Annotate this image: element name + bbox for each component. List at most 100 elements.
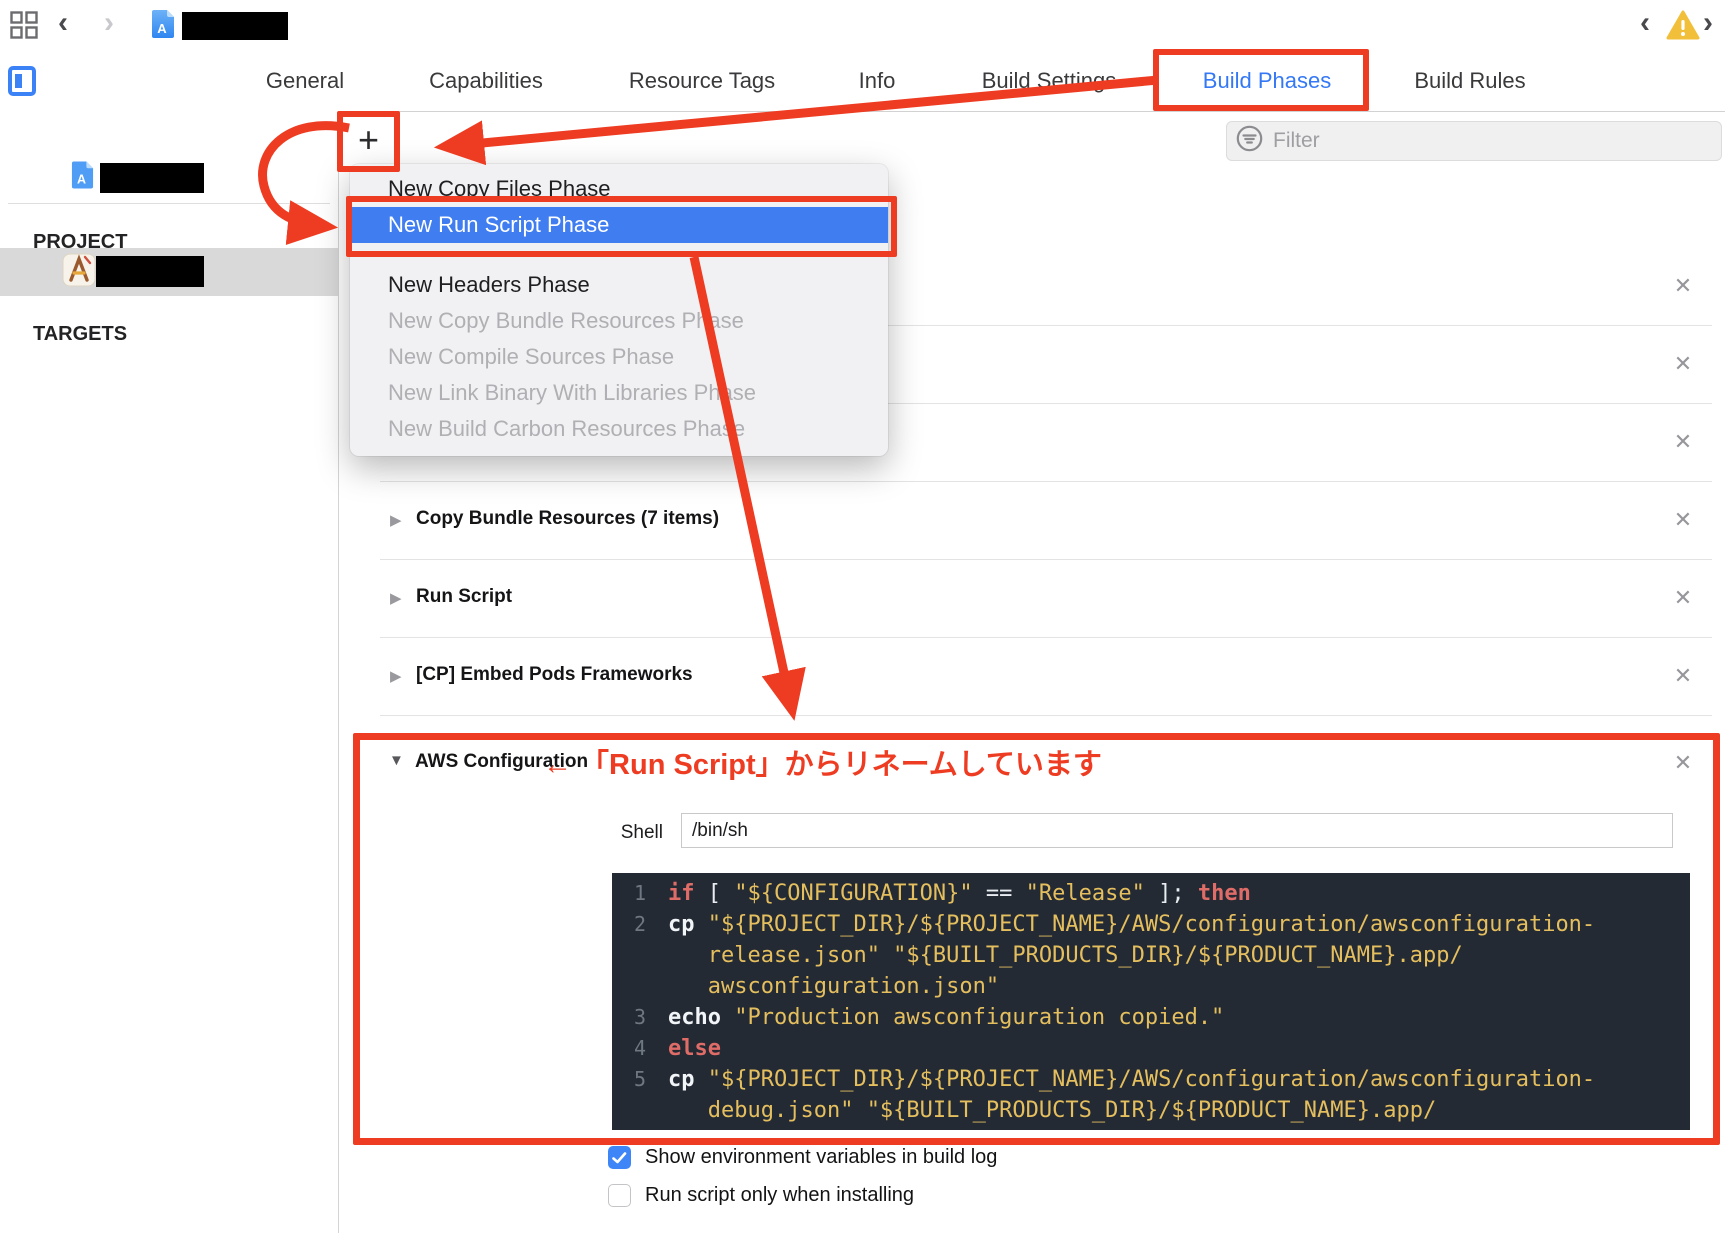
menu-item-new-build-carbon-resources-phase[interactable]: New Build Carbon Resources Phase — [350, 411, 888, 447]
target-app-icon — [62, 251, 96, 293]
jump-forward-icon[interactable]: › — [1703, 6, 1713, 40]
menu-item-new-copy-bundle-resources-phase[interactable]: New Copy Bundle Resources Phase — [350, 303, 888, 339]
disclosure-open-icon[interactable]: ▼ — [389, 752, 404, 769]
code-line: awsconfiguration.json" — [612, 971, 1690, 1002]
add-phase-menu: New Copy Files Phase New Run Script Phase… — [350, 164, 888, 456]
jump-back-icon[interactable]: ‹ — [1640, 6, 1650, 40]
build-phase-row-cp-embed-pods-frameworks: ▶ [CP] Embed Pods Frameworks ✕ — [338, 638, 1725, 716]
editor-tab-bar: General Capabilities Resource Tags Info Buil… — [0, 50, 1725, 112]
editor-layout-icon[interactable] — [10, 11, 38, 44]
build-phase-row-copy-bundle-resources-7-items: ▶ Copy Bundle Resources (7 items) ✕ — [338, 482, 1725, 560]
code-token: "Release" — [1025, 881, 1145, 906]
tab-build-settings[interactable]: Build Settings — [982, 50, 1117, 111]
code-line: debug.json" "${BUILT_PRODUCTS_DIR}/${PRO… — [612, 1095, 1690, 1126]
code-token: echo — [668, 1005, 735, 1030]
tab-general[interactable]: General — [266, 50, 344, 111]
xcode-window: ‹ › A ‹ › General Capabilities Resource … — [0, 0, 1725, 1233]
menu-item-new-copy-files-phase[interactable]: New Copy Files Phase — [350, 171, 888, 207]
code-token: "Production awsconfiguration copied." — [734, 1005, 1225, 1030]
code-token: [ — [694, 881, 735, 906]
tab-resource-tags[interactable]: Resource Tags — [629, 50, 775, 111]
tab-build-phases[interactable]: Build Phases — [1203, 50, 1331, 111]
code-line: release.json" "${BUILT_PRODUCTS_DIR}/${P… — [612, 940, 1690, 971]
line-number: 1 — [633, 881, 646, 905]
project-doc-icon: A — [70, 160, 95, 196]
code-token: "${PROJECT_DIR}/${PROJECT_NAME}/AWS/conf… — [707, 1067, 1596, 1092]
code-token: awsconfiguration.json" — [707, 974, 1000, 999]
tab-build-rules[interactable]: Build Rules — [1414, 50, 1525, 111]
line-number: 4 — [633, 1036, 646, 1060]
filter-field[interactable]: Filter — [1226, 121, 1722, 161]
code-token: debug.json" "${BUILT_PRODUCTS_DIR}/${PRO… — [707, 1098, 1437, 1123]
redacted-target-item[interactable] — [96, 256, 204, 287]
disclosure-closed-icon[interactable]: ▶ — [390, 589, 402, 607]
code-token: ]; — [1144, 881, 1198, 906]
script-editor[interactable]: 1 if [ "${CONFIGURATION}" == "Release" ];… — [612, 873, 1690, 1130]
remove-phase-icon[interactable]: ✕ — [1671, 751, 1695, 775]
menu-item-new-link-binary-with-libraries-phase[interactable]: New Link Binary With Libraries Phase — [350, 375, 888, 411]
code-line: 1 if [ "${CONFIGURATION}" == "Release" ];… — [612, 878, 1690, 909]
checkbox-checked[interactable] — [608, 1146, 631, 1169]
code-token: else — [668, 1036, 721, 1061]
line-number: 2 — [633, 912, 646, 936]
shell-label: Shell — [620, 822, 663, 843]
rename-annotation: ← 「Run Script」からリネームしています — [543, 749, 1102, 781]
tab-info[interactable]: Info — [859, 50, 896, 111]
code-token: release.json" "${BUILT_PRODUCTS_DIR}/${P… — [707, 943, 1463, 968]
project-settings-icon[interactable] — [8, 66, 36, 101]
line-number: 5 — [633, 1067, 646, 1091]
menu-item-new-headers-phase[interactable]: New Headers Phase — [350, 267, 888, 303]
checkbox-row-run-script-only-when-installing: Run script only when installing — [608, 1184, 914, 1207]
remove-phase-icon[interactable]: ✕ — [1671, 664, 1695, 688]
toolbar: ‹ › A ‹ › — [0, 0, 1725, 51]
remove-phase-icon[interactable]: ✕ — [1671, 430, 1695, 454]
code-token: then — [1197, 881, 1251, 906]
remove-phase-icon[interactable]: ✕ — [1671, 586, 1695, 610]
remove-phase-icon[interactable]: ✕ — [1671, 352, 1695, 376]
checkbox-label: Show environment variables in build log — [645, 1146, 998, 1168]
redacted-project-name — [182, 12, 288, 40]
sidebar: PROJECT A TARGETS — [0, 111, 339, 1233]
build-phase-row-run-script: ▶ Run Script ✕ — [338, 560, 1725, 638]
filter-placeholder: Filter — [1273, 129, 1320, 152]
menu-item-new-run-script-phase[interactable]: New Run Script Phase — [350, 207, 888, 243]
line-number: 3 — [633, 1005, 646, 1029]
targets-section-header: TARGETS — [33, 323, 128, 345]
phase-title: Copy Bundle Resources (7 items) — [416, 508, 720, 529]
code-line: 3 echo "Production awsconfiguration copie… — [612, 1002, 1690, 1033]
tab-capabilities[interactable]: Capabilities — [429, 50, 543, 111]
disclosure-closed-icon[interactable]: ▶ — [390, 667, 402, 685]
remove-phase-icon[interactable]: ✕ — [1671, 274, 1695, 298]
code-line: 2 cp "${PROJECT_DIR}/${PROJECT_NAME}/AWS/… — [612, 909, 1690, 940]
svg-text:A: A — [77, 173, 86, 187]
remove-phase-icon[interactable]: ✕ — [1671, 508, 1695, 532]
code-token: == — [972, 881, 1026, 906]
code-token: cp — [668, 1067, 708, 1092]
checkbox-label: Run script only when installing — [645, 1184, 915, 1206]
code-token: if — [668, 881, 695, 906]
redacted-project-item[interactable] — [100, 163, 204, 193]
phase-title: [CP] Embed Pods Frameworks — [416, 664, 693, 685]
build-phase-row-aws-configuration: ▼ AWS Configuration ← 「Run Script」からリネーム… — [338, 715, 1725, 793]
forward-button-icon[interactable]: › — [104, 6, 114, 40]
code-token: "${PROJECT_DIR}/${PROJECT_NAME}/AWS/conf… — [707, 912, 1596, 937]
code-token: cp — [668, 912, 708, 937]
sidebar-divider — [8, 203, 330, 204]
code-line: 5 cp "${PROJECT_DIR}/${PROJECT_NAME}/AWS/… — [612, 1064, 1690, 1095]
warning-icon[interactable] — [1666, 10, 1700, 46]
checkbox-row-show-environment-variables-in-build-log: Show environment variables in build log — [608, 1146, 997, 1169]
shell-input[interactable]: /bin/sh — [681, 813, 1673, 848]
disclosure-closed-icon[interactable]: ▶ — [390, 511, 402, 529]
menu-item-new-compile-sources-phase[interactable]: New Compile Sources Phase — [350, 339, 888, 375]
add-build-phase-button[interactable]: + — [343, 117, 394, 166]
filter-icon — [1236, 125, 1263, 157]
svg-text:A: A — [157, 21, 167, 36]
back-button-icon[interactable]: ‹ — [58, 6, 68, 40]
checkbox-unchecked[interactable] — [608, 1184, 631, 1207]
code-line: 4 else — [612, 1033, 1690, 1064]
phase-title: Run Script — [416, 586, 513, 607]
code-token: "${CONFIGURATION}" — [734, 881, 973, 906]
